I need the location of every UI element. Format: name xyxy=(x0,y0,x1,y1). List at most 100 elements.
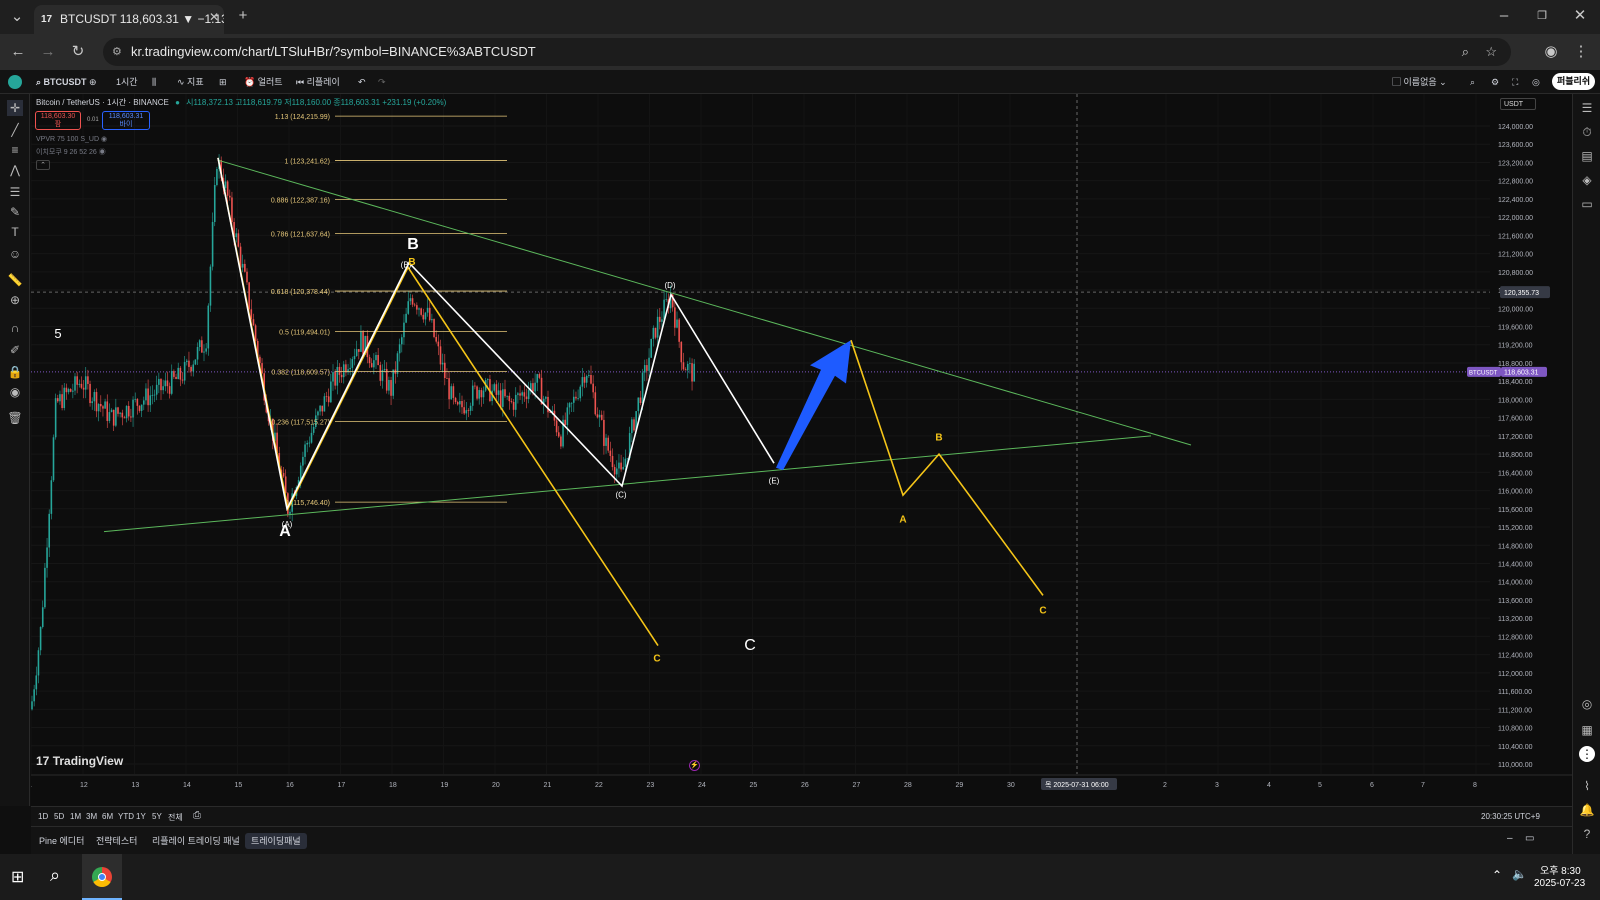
help-icon[interactable]: ? xyxy=(1579,826,1595,842)
text-icon[interactable]: T xyxy=(7,224,23,240)
tab-replay-trading[interactable]: 리플레이 트레이딩 패널 xyxy=(146,833,246,849)
minimize-icon[interactable]: – xyxy=(1493,5,1515,27)
symbol-search-button[interactable]: ⌕ BTCUSDT xyxy=(36,70,87,94)
alerts-clock-icon[interactable]: ⏱ xyxy=(1579,124,1595,140)
utc-clock[interactable]: 20:30:25 UTC+9 xyxy=(1481,812,1540,821)
taskbar-date[interactable]: 2025-07-23 xyxy=(1534,878,1585,889)
brush-icon[interactable]: ✎ xyxy=(7,204,23,220)
pattern-icon[interactable]: ⋀ xyxy=(7,162,23,178)
lock-icon[interactable]: 🔒 xyxy=(7,364,23,380)
ichimoku-indicator-label[interactable]: 이치모쿠 9 26 52 26 ◉ xyxy=(36,147,106,157)
url-field[interactable]: ⚙ kr.tradingview.com/chart/LTSluHBr/?sym… xyxy=(103,38,1511,66)
bolt-icon[interactable]: ⚡ xyxy=(689,760,700,771)
new-tab-icon[interactable]: + xyxy=(232,5,254,27)
apps-grid-icon[interactable]: ⋮ xyxy=(1579,746,1595,762)
watchlist-icon[interactable]: ☰ xyxy=(1579,100,1595,116)
range-button[interactable]: 1Y xyxy=(136,812,146,821)
magnet-icon[interactable]: ∩ xyxy=(7,320,23,336)
trend-line-icon[interactable]: ╱ xyxy=(7,122,23,138)
tab-close-icon[interactable]: ✕ xyxy=(203,6,225,28)
forward-icon[interactable]: → xyxy=(37,41,59,63)
vpvr-indicator-label[interactable]: VPVR 75 100 S_UD ◉ xyxy=(36,135,107,143)
publish-button[interactable]: 퍼블리쉬 xyxy=(1552,73,1596,90)
ruler-icon[interactable]: 📏 xyxy=(7,272,23,288)
symbol-title[interactable]: Bitcoin / TetherUS · 1시간 · BINANCE xyxy=(36,98,169,107)
buy-button[interactable]: 118,603.31 바이 xyxy=(102,111,150,130)
chart-area[interactable]: 1.13 (124,215.99) 1 (123,241.62) 0.886 (12… xyxy=(31,94,1572,806)
maximize-panel-icon[interactable]: ▭ xyxy=(1525,833,1534,844)
range-button[interactable]: YTD xyxy=(118,812,134,821)
candle-body xyxy=(519,393,521,396)
browser-tab[interactable]: 17 BTCUSDT 118,603.31 ▼ −1.13 xyxy=(34,5,224,34)
forecast-icon[interactable]: ☰ xyxy=(7,184,23,200)
taskbar-search-icon[interactable]: ⌕ xyxy=(50,865,60,886)
fib-retracement-icon[interactable]: ≡ xyxy=(7,142,23,158)
settings-gear-icon[interactable]: ⚙ xyxy=(1491,70,1499,94)
window-close-icon[interactable]: ✕ xyxy=(1569,5,1591,27)
target-icon[interactable]: ◎ xyxy=(1579,696,1595,712)
taskbar-time[interactable]: 오후 8:30 xyxy=(1540,862,1581,877)
redo-icon[interactable]: ↷ xyxy=(378,70,386,94)
collapse-legend-button[interactable]: ⌃ xyxy=(36,160,50,170)
interval-button[interactable]: 1시간 xyxy=(116,70,138,94)
replay-button[interactable]: ⏮ 리플레이 xyxy=(296,70,340,94)
tab-strategy-tester[interactable]: 전략테스터 xyxy=(90,833,143,849)
range-button[interactable]: 5D xyxy=(54,812,64,821)
user-avatar[interactable] xyxy=(8,75,22,89)
time-axis[interactable]: 112131415161718192021222324252627282930목… xyxy=(31,774,1572,806)
tab-trading-panel[interactable]: 트레이딩패널 xyxy=(245,833,307,849)
fib-retracement[interactable]: 1.13 (124,215.99) 1 (123,241.62) 0.886 (12… xyxy=(271,114,507,507)
chrome-taskbar-icon[interactable] xyxy=(82,854,122,900)
compare-add-icon[interactable]: ⊕ xyxy=(89,70,97,94)
back-icon[interactable]: ← xyxy=(7,41,29,63)
chrome-menu-icon[interactable]: ⋮ xyxy=(1570,41,1592,63)
currency-selector[interactable]: USDT xyxy=(1500,98,1536,110)
minimize-panel-icon[interactable]: – xyxy=(1507,833,1513,844)
calendar-icon[interactable]: ▦ xyxy=(1579,722,1595,738)
eye-icon[interactable]: ◉ xyxy=(101,136,107,143)
volume-icon[interactable]: 🔈 xyxy=(1512,867,1527,881)
profile-icon[interactable]: ◉ xyxy=(1540,41,1562,63)
bookmark-star-icon[interactable]: ☆ xyxy=(1485,38,1497,66)
candle-type-icon[interactable]: ⫼ xyxy=(152,70,156,94)
price-axis[interactable]: 124,000.00 123,600.00 123,200.00 122,800.00… xyxy=(1467,94,1572,806)
quick-search-icon[interactable]: ⌕ xyxy=(1470,70,1475,94)
indicators-button[interactable]: ∿ 지표 xyxy=(177,70,204,94)
range-button[interactable]: 5Y xyxy=(152,812,162,821)
site-info-icon[interactable]: ⚙ xyxy=(112,38,122,66)
goto-date-icon[interactable]: ⎙ xyxy=(193,810,201,821)
broadcast-icon[interactable]: ⌇ xyxy=(1579,778,1595,794)
range-button[interactable]: 1D xyxy=(38,812,48,821)
emoji-icon[interactable]: ☺ xyxy=(7,246,23,262)
restore-icon[interactable]: ❐ xyxy=(1531,5,1553,27)
snapshot-camera-icon[interactable]: ◎ xyxy=(1532,70,1540,94)
range-button[interactable]: 3M xyxy=(86,812,97,821)
zoom-icon[interactable]: ⌕ xyxy=(1462,38,1469,66)
notification-bell-icon[interactable]: 🔔 xyxy=(1579,802,1595,818)
range-button[interactable]: 전체 xyxy=(168,812,183,823)
news-icon[interactable]: ▤ xyxy=(1579,148,1595,164)
range-button[interactable]: 1M xyxy=(70,812,81,821)
tab-pine-editor[interactable]: Pine 에디터 xyxy=(33,833,90,849)
reload-icon[interactable]: ↻ xyxy=(67,41,89,63)
fullscreen-icon[interactable]: ⛶ xyxy=(1512,70,1518,94)
chat-icon[interactable]: ▭ xyxy=(1579,196,1595,212)
tab-search-icon[interactable]: ⌄ xyxy=(6,6,28,28)
visibility-icon[interactable]: ◉ xyxy=(7,384,23,400)
price-chart[interactable]: 1.13 (124,215.99) 1 (123,241.62) 0.886 (12… xyxy=(31,94,1572,806)
layout-name-button[interactable]: ▢ 이름없음 ⌄ xyxy=(1392,70,1447,94)
eye-icon[interactable]: ◉ xyxy=(99,149,106,156)
crosshair-icon[interactable]: ✛ xyxy=(7,100,23,116)
zoom-in-icon[interactable]: ⊕ xyxy=(7,292,23,308)
range-button[interactable]: 6M xyxy=(102,812,113,821)
trash-icon[interactable]: 🗑 xyxy=(7,410,23,426)
alert-button[interactable]: ⏰ 얼러트 xyxy=(244,70,283,94)
sell-button[interactable]: 118,603.30 팜 xyxy=(35,111,81,130)
windows-start-icon[interactable]: ⊞ xyxy=(11,867,24,887)
stay-drawing-icon[interactable]: ✐ xyxy=(7,342,23,358)
wave-drawings[interactable]: 5ABC(A)(B)(C)(D)(E)BCABC xyxy=(54,157,1192,665)
layouts-icon[interactable]: ⊞ xyxy=(219,70,227,94)
tray-chevron-icon[interactable]: ⌃ xyxy=(1492,868,1502,882)
layers-icon[interactable]: ◈ xyxy=(1579,172,1595,188)
undo-icon[interactable]: ↶ xyxy=(358,70,366,94)
